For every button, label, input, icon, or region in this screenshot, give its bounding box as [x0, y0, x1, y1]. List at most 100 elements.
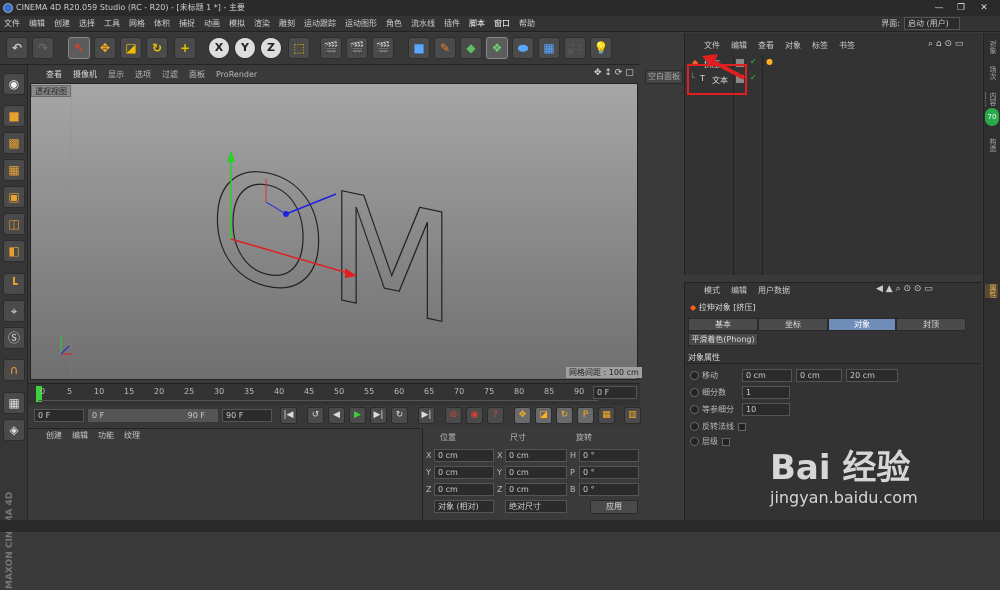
material-menu-edit[interactable]: 编辑 — [72, 430, 88, 441]
isoparm-field[interactable]: 10 — [742, 403, 790, 416]
menu-edit[interactable]: 编辑 — [29, 18, 45, 29]
perspective-viewport[interactable]: OM — [30, 83, 638, 380]
viewport-menu-display[interactable]: 显示 — [108, 69, 124, 80]
move-z-field[interactable]: 20 cm — [846, 369, 898, 382]
material-menu-texture[interactable]: 纹理 — [124, 430, 140, 441]
menu-pipeline[interactable]: 流水线 — [411, 18, 435, 29]
keyframe-radio-icon[interactable] — [690, 437, 699, 446]
recent-tool-button[interactable]: + — [174, 37, 196, 59]
material-menu-function[interactable]: 功能 — [98, 430, 114, 441]
goto-start-button[interactable]: |◀ — [280, 407, 297, 424]
tweak-mode-button[interactable]: ⌖ — [3, 300, 25, 322]
position-y-field[interactable]: 0 cm — [434, 466, 494, 479]
menu-window[interactable]: 窗口 — [494, 18, 510, 29]
cube-object-button[interactable]: ■ — [408, 37, 430, 59]
move-x-field[interactable]: 0 cm — [742, 369, 792, 382]
menu-select[interactable]: 选择 — [79, 18, 95, 29]
viewport-menu-camera[interactable]: 摄像机 — [73, 69, 97, 80]
coordinate-system-button[interactable]: ⬚ — [288, 37, 310, 59]
deformer-button[interactable]: ⬬ — [512, 37, 534, 59]
material-menu-create[interactable]: 创建 — [46, 430, 62, 441]
frame-range-slider[interactable]: 0 F 90 F — [88, 409, 218, 422]
lock-workplane-button[interactable]: ▦ — [3, 392, 25, 414]
y-axis-button[interactable]: Y — [234, 37, 256, 59]
key-parameter-button[interactable]: P — [577, 407, 594, 424]
attr-flip-normals[interactable]: 反转法线 — [690, 421, 746, 432]
apply-button[interactable]: 应用 — [590, 500, 638, 514]
menu-volume[interactable]: 体积 — [154, 18, 170, 29]
live-select-button[interactable]: ↖ — [68, 37, 90, 59]
minimize-button[interactable]: — — [930, 2, 948, 14]
viewport-menu-view[interactable]: 查看 — [46, 69, 62, 80]
tab-attributes-vertical[interactable]: 属性 — [985, 284, 998, 298]
key-scale-button[interactable]: ◪ — [535, 407, 552, 424]
attr-menu-mode[interactable]: 模式 — [704, 285, 720, 296]
make-editable-button[interactable]: ◉ — [3, 73, 25, 95]
rotation-p-field[interactable]: 0 ° — [579, 466, 639, 479]
subdivision-field[interactable]: 1 — [742, 386, 790, 399]
keyframe-radio-icon[interactable] — [690, 371, 699, 380]
menu-help[interactable]: 帮助 — [519, 18, 535, 29]
position-z-field[interactable]: 0 cm — [434, 483, 494, 496]
tab-object[interactable]: 对象 — [828, 318, 896, 331]
restore-button[interactable]: ❐ — [952, 2, 970, 14]
size-mode-select[interactable]: 绝对尺寸 — [505, 500, 567, 513]
workplane-mode-button[interactable]: ▦ — [3, 159, 25, 181]
coord-mode-select[interactable]: 对象 (相对) — [434, 500, 494, 513]
move-y-field[interactable]: 0 cm — [796, 369, 842, 382]
subdivision-button[interactable]: ◆ — [460, 37, 482, 59]
viewport-menu-options[interactable]: 选项 — [135, 69, 151, 80]
enabled-check-icon[interactable]: ✓ — [750, 57, 757, 66]
array-button[interactable]: ❖ — [486, 37, 508, 59]
axis-mode-button[interactable]: ┗ — [3, 273, 25, 295]
viewport-menu-panel[interactable]: 面板 — [189, 69, 205, 80]
tab-content-browser-vertical[interactable]: 内容浏览器 — [985, 92, 998, 106]
tab-takes-vertical[interactable]: 场次 — [985, 66, 998, 80]
tag-icon[interactable]: ● — [766, 57, 773, 66]
empty-panel-button[interactable]: 空白面板 — [645, 70, 683, 84]
redo-button[interactable]: ↷ — [32, 37, 54, 59]
polygons-mode-button[interactable]: ◧ — [3, 240, 25, 262]
scale-tool-button[interactable]: ◪ — [120, 37, 142, 59]
tab-basic[interactable]: 基本 — [688, 318, 758, 331]
enabled-check-icon[interactable]: ✓ — [750, 73, 757, 82]
viewport-menu-filter[interactable]: 过滤 — [162, 69, 178, 80]
menu-render[interactable]: 渲染 — [254, 18, 270, 29]
render-view-button[interactable]: 🎬 — [320, 37, 342, 59]
current-frame-field[interactable]: 0 F — [593, 386, 637, 399]
next-key-button[interactable]: ↻ — [391, 407, 408, 424]
keyframe-radio-icon[interactable] — [690, 388, 699, 397]
size-z-field[interactable]: 0 cm — [505, 483, 567, 496]
close-button[interactable]: ✕ — [975, 2, 993, 14]
texture-mode-button[interactable]: ▩ — [3, 132, 25, 154]
rotate-tool-button[interactable]: ↻ — [146, 37, 168, 59]
menu-snap[interactable]: 捕捉 — [179, 18, 195, 29]
key-rotation-button[interactable]: ↻ — [556, 407, 573, 424]
tab-phong[interactable]: 平滑着色(Phong) — [688, 333, 758, 346]
attr-menu-userdata[interactable]: 用户数据 — [758, 285, 790, 296]
menu-plugins[interactable]: 插件 — [444, 18, 460, 29]
x-axis-button[interactable]: X — [208, 37, 230, 59]
object-menu-file[interactable]: 文件 — [704, 40, 720, 51]
attribute-nav-icons[interactable]: ◀ ▲ ⌕ ⊙ ⊙ ▭ — [876, 284, 933, 294]
menu-script[interactable]: 脚本 — [469, 18, 485, 29]
size-x-field[interactable]: 0 cm — [505, 449, 567, 462]
timeline-window-button[interactable]: ▥ — [624, 407, 641, 424]
menu-create[interactable]: 创建 — [54, 18, 70, 29]
viewport-nav-icons[interactable]: ✥ ↕ ⟳ ▢ — [594, 68, 634, 78]
light-button[interactable]: 💡 — [590, 37, 612, 59]
menu-tools[interactable]: 工具 — [104, 18, 120, 29]
attr-menu-edit[interactable]: 编辑 — [731, 285, 747, 296]
tab-structure-vertical[interactable]: 构造 — [985, 138, 998, 152]
prev-frame-button[interactable]: ◀ — [328, 407, 345, 424]
keyframe-radio-icon[interactable] — [690, 405, 699, 414]
object-menu-objects[interactable]: 对象 — [785, 40, 801, 51]
object-manager-tools[interactable]: ⌕ ⌂ ⊙ ▭ — [928, 39, 963, 49]
object-menu-tags[interactable]: 标签 — [812, 40, 828, 51]
hierarchical-checkbox[interactable] — [722, 437, 730, 446]
autokey-button[interactable]: ◉ — [466, 407, 483, 424]
z-axis-button[interactable]: Z — [260, 37, 282, 59]
menu-simulate[interactable]: 模拟 — [229, 18, 245, 29]
undo-button[interactable]: ↶ — [6, 37, 28, 59]
attr-hierarchical[interactable]: 层级 — [690, 436, 730, 447]
